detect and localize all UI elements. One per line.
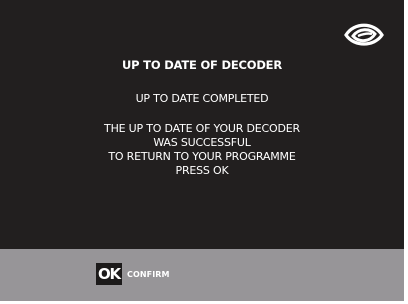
message-text: THE UP TO DATE OF YOUR DECODER WAS SUCCE… [0, 122, 404, 178]
ok-key-icon: OK [96, 263, 122, 285]
footer-bar: OK CONFIRM [0, 249, 404, 301]
message-line: PRESS OK [175, 164, 229, 177]
message-line: THE UP TO DATE OF YOUR DECODER [104, 122, 300, 135]
confirm-button[interactable]: OK CONFIRM [96, 263, 170, 285]
status-text: UP TO DATE COMPLETED [135, 92, 269, 105]
message-line: WAS SUCCESSFUL [153, 136, 251, 149]
confirm-label: CONFIRM [126, 269, 170, 279]
dialog-title: UP TO DATE OF DECODER [122, 58, 282, 72]
decoder-update-screen: UP TO DATE OF DECODER UP TO DATE COMPLET… [0, 0, 404, 301]
eye-logo-icon [344, 23, 384, 46]
message-line: TO RETURN TO YOUR PROGRAMME [108, 150, 296, 163]
